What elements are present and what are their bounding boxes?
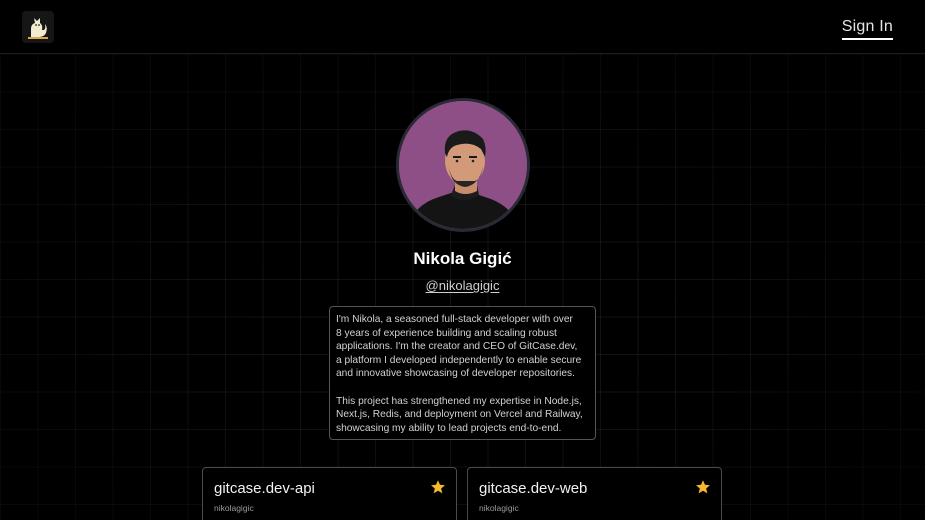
repo-owner: nikolagigic: [214, 503, 254, 513]
repo-card[interactable]: gitcase.dev-api nikolagigic: [202, 467, 457, 520]
profile-handle-wrap: @nikolagigic: [0, 277, 925, 295]
repo-owner: nikolagigic: [479, 503, 519, 513]
profile-page: Sign In Nikola Gigić @nikolagigic I'm Ni…: [0, 0, 925, 520]
star-icon[interactable]: [430, 479, 446, 495]
top-bar: Sign In: [0, 0, 925, 54]
repo-title: gitcase.dev-api: [214, 480, 315, 497]
profile-avatar: [396, 98, 530, 232]
profile-name: Nikola Gigić: [413, 249, 512, 268]
profile-handle-link[interactable]: @nikolagigic: [426, 278, 500, 293]
repo-card[interactable]: gitcase.dev-web nikolagigic: [467, 467, 722, 520]
repo-title: gitcase.dev-web: [479, 480, 588, 497]
star-icon[interactable]: [695, 479, 711, 495]
sign-in-link[interactable]: Sign In: [841, 18, 893, 40]
cat-logo-icon[interactable]: [22, 11, 54, 43]
profile-bio: I'm Nikola, a seasoned full-stack develo…: [329, 306, 596, 440]
